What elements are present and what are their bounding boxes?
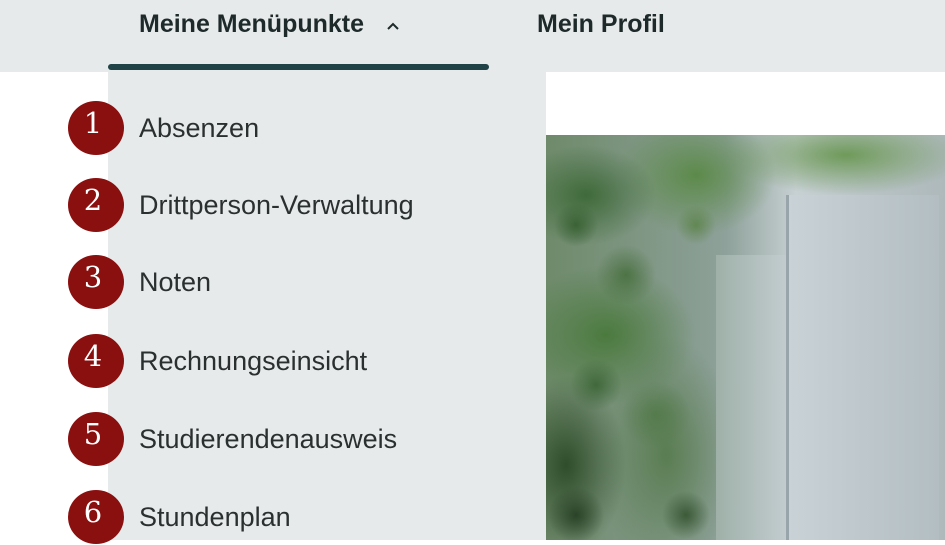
menu-item-label: Drittperson-Verwaltung: [139, 189, 414, 220]
nav-profile-label: Mein Profil: [537, 10, 665, 38]
menu-item-rechnungseinsicht[interactable]: 4 Rechnungseinsicht: [68, 333, 367, 389]
hero-image-ivy: [546, 135, 746, 540]
menu-item-label: Stundenplan: [139, 501, 291, 532]
number-badge: 6: [68, 490, 124, 544]
content-area: [546, 72, 945, 135]
nav-profile-link[interactable]: Mein Profil: [537, 0, 665, 48]
menu-item-label: Studierendenausweis: [139, 423, 398, 454]
menu-item-noten[interactable]: 3 Noten: [68, 254, 211, 310]
hero-image: [546, 135, 945, 540]
number-badge: 4: [68, 334, 124, 388]
number-badge: 5: [68, 412, 124, 466]
menu-item-studierendenausweis[interactable]: 5 Studierendenausweis: [68, 411, 397, 467]
number-badge: 3: [68, 255, 124, 309]
menu-item-list: 1 Absenzen 2 Drittperson-Verwaltung 3 No…: [0, 0, 546, 544]
number-badge: 1: [68, 101, 124, 155]
menu-item-label: Rechnungseinsicht: [139, 345, 368, 376]
number-badge: 2: [68, 178, 124, 232]
menu-item-stundenplan[interactable]: 6 Stundenplan: [68, 489, 291, 545]
hero-image-door: [786, 195, 939, 540]
menu-item-label: Noten: [139, 266, 212, 297]
menu-item-label: Absenzen: [139, 112, 260, 143]
menu-item-absenzen[interactable]: 1 Absenzen: [68, 100, 259, 156]
menu-item-drittperson-verwaltung[interactable]: 2 Drittperson-Verwaltung: [68, 177, 414, 233]
